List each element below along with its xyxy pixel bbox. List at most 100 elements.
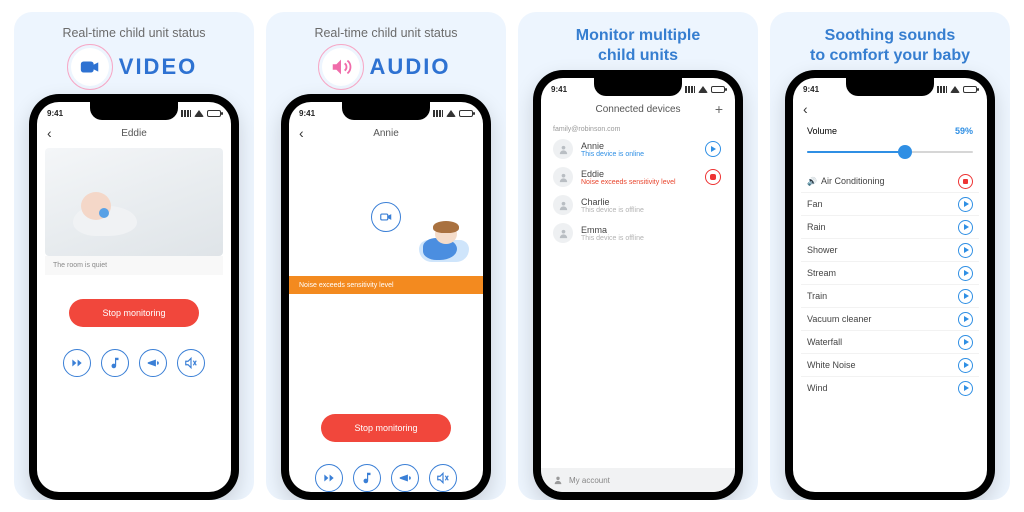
device-status: This device is offline — [581, 207, 644, 214]
sound-row[interactable]: Waterfall — [801, 331, 979, 354]
signal-icon — [685, 86, 695, 93]
avatar-icon — [553, 195, 573, 215]
mute-icon[interactable] — [177, 349, 205, 377]
volume-row: Volume 59% — [793, 120, 987, 136]
signal-icon — [937, 86, 947, 93]
sound-name: Rain — [807, 222, 826, 232]
panel-subtitle: Real-time child unit status — [62, 26, 205, 40]
device-name: Emma — [581, 225, 644, 235]
nav-bar: ‹ — [793, 98, 987, 120]
sound-name: Waterfall — [807, 337, 842, 347]
sound-name: Wind — [807, 383, 828, 393]
sound-name: White Noise — [807, 360, 856, 370]
sound-row[interactable]: Shower — [801, 239, 979, 262]
status-time: 9:41 — [551, 85, 567, 94]
nav-bar: Connected devices + — [541, 98, 735, 120]
play-icon[interactable] — [958, 358, 973, 373]
account-label: My account — [569, 476, 610, 485]
play-icon[interactable] — [958, 220, 973, 235]
speaker-icon — [322, 48, 360, 86]
play-icon[interactable] — [958, 197, 973, 212]
battery-icon — [207, 110, 221, 117]
audio-badge: AUDIO — [322, 48, 451, 86]
play-icon[interactable] — [958, 289, 973, 304]
stop-monitoring-button[interactable]: Stop monitoring — [321, 414, 451, 442]
nav-title: Eddie — [121, 128, 147, 139]
panel-title: Soothing soundsto comfort your baby — [810, 26, 970, 66]
panel-video: Real-time child unit status VIDEO 9:41 ‹… — [14, 12, 254, 500]
back-icon[interactable]: ‹ — [47, 125, 52, 141]
sound-row[interactable]: Rain — [801, 216, 979, 239]
stop-icon[interactable] — [958, 174, 973, 189]
back-icon[interactable]: ‹ — [803, 101, 808, 117]
signal-icon — [181, 110, 191, 117]
siren-icon[interactable] — [139, 349, 167, 377]
play-icon[interactable] — [705, 141, 721, 157]
music-note-icon[interactable] — [101, 349, 129, 377]
phone-frame: 9:41 ‹ Annie Noise exceeds sensitivity l… — [281, 94, 491, 500]
sound-row[interactable]: 🔊 Air Conditioning — [801, 170, 979, 193]
sound-name: Vacuum cleaner — [807, 314, 871, 324]
device-row[interactable]: AnnieThis device is online — [547, 135, 729, 163]
record-icon[interactable] — [705, 169, 721, 185]
volume-label: Volume — [807, 126, 837, 136]
device-row[interactable]: EddieNoise exceeds sensitivity level — [547, 163, 729, 191]
device-row[interactable]: EmmaThis device is offline — [547, 219, 729, 247]
sound-row[interactable]: Fan — [801, 193, 979, 216]
avatar-icon — [553, 223, 573, 243]
now-playing-icon: 🔊 — [807, 177, 817, 186]
battery-icon — [459, 110, 473, 117]
fast-forward-icon[interactable] — [63, 349, 91, 377]
volume-slider[interactable] — [807, 144, 973, 160]
back-icon[interactable]: ‹ — [299, 125, 304, 141]
fast-forward-icon[interactable] — [315, 464, 343, 492]
phone-frame: 9:41 ‹ Eddie The room is quiet Stop moni… — [29, 94, 239, 500]
panel-audio: Real-time child unit status AUDIO 9:41 ‹… — [266, 12, 506, 500]
stop-monitoring-button[interactable]: Stop monitoring — [69, 299, 199, 327]
status-caption: The room is quiet — [45, 256, 223, 275]
sound-row[interactable]: Train — [801, 285, 979, 308]
sound-name: Stream — [807, 268, 836, 278]
play-icon[interactable] — [958, 243, 973, 258]
badge-label: VIDEO — [119, 54, 197, 80]
play-icon[interactable] — [958, 381, 973, 396]
panel-subtitle: Real-time child unit status — [314, 26, 457, 40]
sound-row[interactable]: Stream — [801, 262, 979, 285]
siren-icon[interactable] — [391, 464, 419, 492]
battery-icon — [711, 86, 725, 93]
wifi-icon — [698, 86, 708, 93]
my-account-button[interactable]: My account — [541, 468, 735, 492]
device-status: This device is offline — [581, 235, 644, 242]
device-row[interactable]: CharlieThis device is offline — [547, 191, 729, 219]
control-row — [37, 349, 231, 377]
sound-name: Air Conditioning — [821, 176, 885, 186]
child-illustration — [411, 218, 473, 268]
nav-title: Annie — [373, 128, 399, 139]
device-status: Noise exceeds sensitivity level — [581, 179, 676, 186]
device-name: Eddie — [581, 169, 676, 179]
nav-bar: ‹ Annie — [289, 122, 483, 144]
nav-bar: ‹ Eddie — [37, 122, 231, 144]
mute-icon[interactable] — [429, 464, 457, 492]
wifi-icon — [446, 110, 456, 117]
sound-row[interactable]: Vacuum cleaner — [801, 308, 979, 331]
camera-icon — [71, 48, 109, 86]
play-icon[interactable] — [958, 312, 973, 327]
camera-toggle-icon[interactable] — [371, 202, 401, 232]
phone-frame: 9:41 ‹ Volume 59% 🔊Air ConditioningFanRa… — [785, 70, 995, 500]
sound-name: Train — [807, 291, 827, 301]
noise-alert-banner: Noise exceeds sensitivity level — [289, 276, 483, 294]
panel-title: Monitor multiplechild units — [576, 26, 700, 66]
video-feed[interactable] — [45, 148, 223, 256]
sound-row[interactable]: Wind — [801, 377, 979, 399]
play-icon[interactable] — [958, 335, 973, 350]
play-icon[interactable] — [958, 266, 973, 281]
avatar-icon — [553, 167, 573, 187]
status-time: 9:41 — [299, 109, 315, 118]
badge-label: AUDIO — [370, 54, 451, 80]
music-note-icon[interactable] — [353, 464, 381, 492]
add-device-icon[interactable]: + — [715, 101, 723, 117]
device-name: Annie — [581, 141, 644, 151]
panel-sounds: Soothing soundsto comfort your baby 9:41… — [770, 12, 1010, 500]
sound-row[interactable]: White Noise — [801, 354, 979, 377]
